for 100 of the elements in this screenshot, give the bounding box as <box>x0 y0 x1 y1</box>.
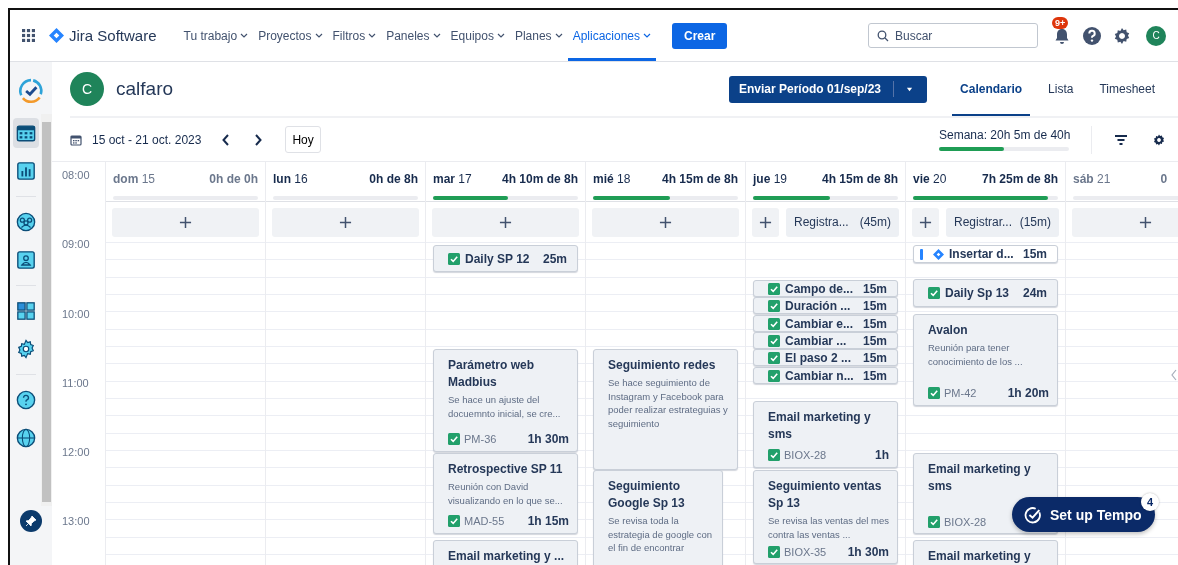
submit-period-button[interactable]: Enviar Período 01/sep/23 <box>728 75 928 103</box>
worklog-chip[interactable]: Daily SP 12 25m <box>433 245 578 272</box>
worklog-duration: 1h 15m <box>527 514 569 528</box>
day-label: dom 15 <box>113 172 156 186</box>
today-button[interactable]: Hoy <box>285 126 321 153</box>
day-hours: 0 <box>1160 172 1168 186</box>
task-icon <box>768 334 780 347</box>
sidebar-item[interactable] <box>12 118 39 148</box>
day-hours: 7h 25m de 8h <box>981 172 1058 186</box>
worklog-card[interactable]: Email marketing y <box>913 540 1058 565</box>
person-icon[interactable] <box>15 250 36 270</box>
issue-key[interactable]: BIOX-28 <box>944 516 987 528</box>
grid-icon[interactable] <box>15 301 36 321</box>
chevron-down-icon[interactable] <box>314 33 323 38</box>
day-hours: 4h 10m de 8h <box>501 172 578 186</box>
view-tab[interactable]: Timesheet <box>1091 62 1163 116</box>
plus-icon[interactable] <box>1139 215 1152 229</box>
worklog-card[interactable]: Email marketing y sms BIOX-28 1h <box>753 401 898 468</box>
app-switcher-icon[interactable] <box>22 29 35 42</box>
calendar-icon <box>70 133 82 146</box>
nav-menu[interactable]: Equipos <box>445 10 510 61</box>
add-button[interactable] <box>912 207 939 237</box>
chevron-down-icon[interactable] <box>432 33 441 38</box>
caret-icon[interactable] <box>906 86 914 92</box>
user-avatar[interactable]: C <box>1146 25 1166 46</box>
previous-week-icon[interactable] <box>221 132 232 147</box>
nav-menu[interactable]: Tu trabajo <box>178 10 254 61</box>
issue-key[interactable]: BIOX-28 <box>784 449 827 461</box>
search-icon <box>877 30 889 42</box>
next-week-icon[interactable] <box>253 132 264 147</box>
people-icon[interactable] <box>15 212 36 232</box>
worklog-card[interactable]: Retrospective SP 11 Reunión con David visualizando en lo que se... MAD-55 1h 15m <box>433 453 578 534</box>
issue-key[interactable]: MAD-55 <box>464 515 505 527</box>
plus-icon[interactable] <box>759 215 772 229</box>
pin-button[interactable] <box>20 510 42 532</box>
add-button[interactable] <box>752 207 779 237</box>
worklog-chip[interactable]: Cambiar ... 15m <box>753 332 898 349</box>
settings-icon[interactable] <box>15 339 36 359</box>
issue-key[interactable]: PM-36 <box>464 433 497 445</box>
task-icon <box>768 317 780 330</box>
help-icon[interactable] <box>15 390 36 410</box>
worklog-chip[interactable]: Duración ... 15m <box>753 297 898 314</box>
chevron-down-icon[interactable] <box>496 33 505 38</box>
worklog-card[interactable]: Seguimiento ventas Sp 13 Se revisa las ventas del mes contra las ventas ... BIOX-35 1h 30m <box>753 470 898 564</box>
task-icon <box>928 516 940 528</box>
worklog-card[interactable]: Seguimiento Google Sp 13 Se revisa toda la estrategia de google con el fin de encontrar <box>593 470 723 565</box>
log-time-button[interactable]: Registra... (45m) <box>786 207 899 237</box>
worklog-chip[interactable]: Insertar d... 15m <box>913 245 1058 263</box>
worklog-chip[interactable]: Cambiar n... 15m <box>753 367 898 384</box>
task-icon <box>768 369 780 382</box>
day-label: mié 18 <box>593 172 631 186</box>
nav-menu[interactable]: Proyectos <box>253 10 328 61</box>
worklog-description: Reunión para tener conocimiento de los ... <box>928 341 1024 368</box>
task-icon <box>768 449 780 461</box>
nav-menu[interactable]: Paneles <box>381 10 446 61</box>
settings-icon[interactable] <box>1152 132 1166 147</box>
worklog-description: Se revisa toda la estrategia de google con el fin de encontrar <box>608 514 714 555</box>
nav-menu[interactable]: Planes <box>509 10 568 61</box>
plus-icon[interactable] <box>919 215 932 229</box>
pin-icon[interactable] <box>25 515 37 527</box>
issue-key[interactable]: BIOX-35 <box>784 546 827 558</box>
nav-menu[interactable]: Filtros <box>327 10 382 61</box>
worklog-chip[interactable]: Daily Sp 13 24m <box>913 279 1058 307</box>
chevron-down-icon[interactable] <box>554 33 563 38</box>
check-logo-icon[interactable] <box>18 78 44 104</box>
worklog-chip[interactable]: Cambiar e... 15m <box>753 315 898 332</box>
worklog-chip[interactable]: Campo de... 15m <box>753 280 898 297</box>
worklog-duration: 1h <box>875 448 889 462</box>
calendar-icon[interactable] <box>15 123 36 143</box>
plus-icon[interactable] <box>499 215 512 229</box>
help-icon[interactable] <box>1082 25 1102 46</box>
notification-badge: 9+ <box>1052 16 1069 29</box>
day-label: lun 16 <box>273 172 308 186</box>
bar-chart-icon[interactable] <box>15 161 36 181</box>
plus-icon[interactable] <box>339 215 352 229</box>
plus-icon[interactable] <box>179 215 192 229</box>
filter-icon[interactable] <box>1114 132 1128 147</box>
worklog-card[interactable]: Avalon Reunión para tener conocimiento de los ... PM-42 1h 20m <box>913 314 1058 406</box>
worklog-card[interactable]: Seguimiento redes Se hace seguimiento de Instagram y Facebook para poder realizar estrateguias y seguimiento <box>593 349 738 470</box>
plus-icon[interactable] <box>659 215 672 229</box>
scrollbar[interactable] <box>41 114 52 506</box>
view-tab[interactable]: Lista <box>1040 62 1082 116</box>
worklog-card[interactable]: Email marketing y ... <box>433 540 578 565</box>
log-time-button[interactable]: Registrar... (15m) <box>946 207 1059 237</box>
chevron-down-icon[interactable] <box>643 33 651 38</box>
task-icon <box>448 433 460 445</box>
worklog-chip[interactable]: El paso 2 ... 15m <box>753 349 898 366</box>
create-button[interactable]: Crear <box>672 22 728 49</box>
time-label: 13:00 <box>61 515 91 530</box>
view-tab[interactable]: Calendario <box>952 62 1031 116</box>
search-field[interactable]: Buscar <box>868 23 1038 48</box>
globe-icon[interactable] <box>15 428 36 448</box>
product-name[interactable]: Jira Software <box>69 27 157 44</box>
nav-menu[interactable]: Aplicaciones <box>567 10 656 61</box>
time-label: 08:00 <box>61 169 91 183</box>
worklog-card[interactable]: Parámetro web Madbius Se hace un ajuste del docuemnto inicial, se cre... PM-36 1h 30m <box>433 349 578 452</box>
chevron-down-icon[interactable] <box>240 33 249 38</box>
chevron-down-icon[interactable] <box>368 33 377 38</box>
issue-key[interactable]: PM-42 <box>944 387 977 399</box>
task-icon <box>448 252 460 265</box>
